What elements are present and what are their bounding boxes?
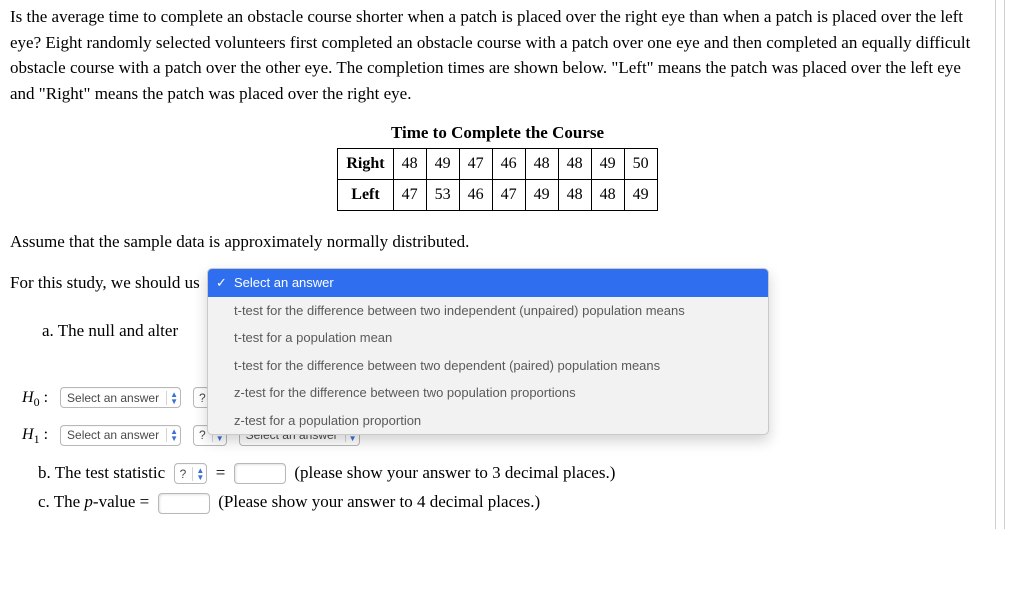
table-title: Time to Complete the Course <box>10 120 985 146</box>
dropdown-option[interactable]: z-test for a population proportion <box>208 407 768 435</box>
test-statistic-input[interactable] <box>234 463 286 484</box>
h0-left-select[interactable]: Select an answer ▲▼ <box>60 387 181 408</box>
part-c: c. The p-value = (Please show your answe… <box>38 489 985 515</box>
table-row: Left 47 53 46 47 49 48 48 49 <box>338 179 657 210</box>
dropdown-option[interactable]: z-test for the difference between two po… <box>208 379 768 407</box>
part-b: b. The test statistic ? ▲▼ = (please sho… <box>38 460 985 486</box>
dropdown-option[interactable]: t-test for a population mean <box>208 324 768 352</box>
question-text: Is the average time to complete an obsta… <box>10 4 985 106</box>
data-table: Right 48 49 47 46 48 48 49 50 Left 47 53… <box>337 148 657 211</box>
page-border <box>995 0 1024 529</box>
part-a-label: a. The null and alter <box>42 318 178 344</box>
stepper-icon: ▲▼ <box>166 428 178 442</box>
stepper-icon: ▲▼ <box>192 467 204 481</box>
check-icon: ✓ <box>216 273 227 293</box>
h1-left-select[interactable]: Select an answer ▲▼ <box>60 425 181 446</box>
table-row: Right 48 49 47 46 48 48 49 50 <box>338 148 657 179</box>
assumption-text: Assume that the sample data is approxima… <box>10 229 985 255</box>
dropdown-option[interactable]: t-test for the difference between two in… <box>208 297 768 325</box>
study-type-prompt: For this study, we should us <box>10 273 200 292</box>
row-label-right: Right <box>338 148 393 179</box>
p-value-input[interactable] <box>158 493 210 514</box>
dropdown-option-selected[interactable]: ✓ Select an answer <box>208 269 768 297</box>
dropdown-option[interactable]: t-test for the difference between two de… <box>208 352 768 380</box>
stepper-icon: ▲▼ <box>166 391 178 405</box>
study-type-dropdown[interactable]: ✓ Select an answer t-test for the differ… <box>207 268 769 435</box>
row-label-left: Left <box>338 179 393 210</box>
test-stat-symbol-select[interactable]: ? ▲▼ <box>174 463 208 484</box>
